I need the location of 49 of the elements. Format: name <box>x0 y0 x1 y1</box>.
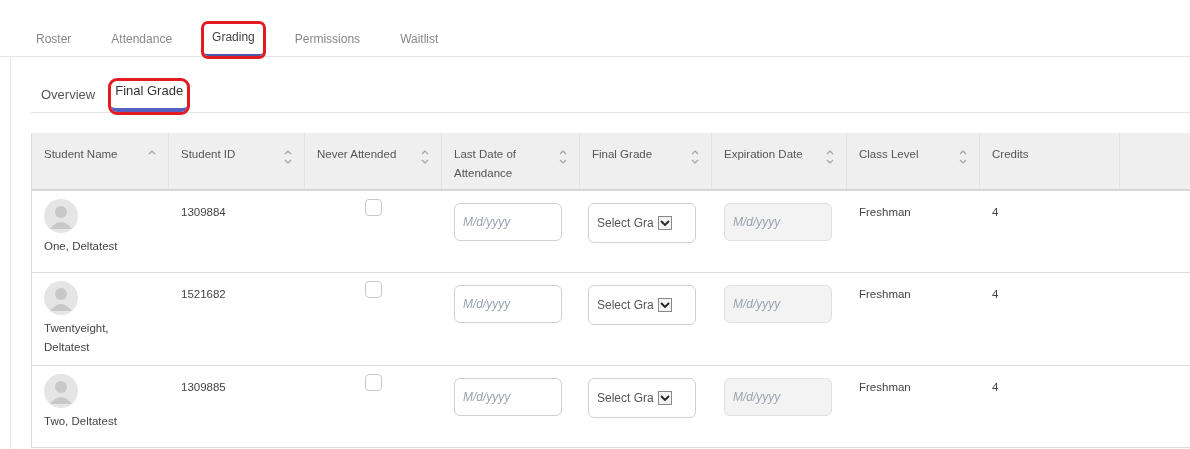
tab[interactable]: Roster <box>28 26 80 56</box>
sort-icon[interactable] <box>148 149 156 155</box>
date-field[interactable]: M/d/yyyy <box>454 378 562 416</box>
tab[interactable]: Permissions <box>286 26 369 56</box>
grade-select[interactable]: Select Gra <box>588 285 696 325</box>
student-name: Two, Deltatest <box>44 414 118 429</box>
column-header: Student ID <box>181 147 237 162</box>
column-header: Class Level <box>859 147 920 162</box>
checkbox[interactable] <box>365 281 382 298</box>
column-header: Expiration Date <box>724 147 804 162</box>
subtab[interactable]: Final Grade <box>111 80 188 112</box>
checkbox[interactable] <box>365 374 382 391</box>
credits: 4 <box>992 206 999 218</box>
sort-icon[interactable] <box>284 149 292 165</box>
date-field[interactable]: M/d/yyyy <box>454 203 562 241</box>
student-id: 1309885 <box>181 381 226 393</box>
credits: 4 <box>992 288 999 300</box>
class-level: Freshman <box>859 381 911 393</box>
subtab[interactable]: Overview <box>37 84 100 112</box>
grade-select[interactable]: Select Gra <box>588 203 696 243</box>
dropdown-icon[interactable] <box>657 216 672 230</box>
tab[interactable]: Attendance <box>103 26 181 56</box>
dropdown-icon[interactable] <box>657 298 672 312</box>
sort-icon[interactable] <box>691 149 699 165</box>
checkbox[interactable] <box>365 199 382 216</box>
column-header: Final Grade <box>592 147 654 162</box>
class-level: Freshman <box>859 206 911 218</box>
sort-icon[interactable] <box>559 149 567 165</box>
sort-icon[interactable] <box>826 149 834 165</box>
class-level: Freshman <box>859 288 911 300</box>
sort-icon[interactable] <box>421 149 429 165</box>
credits: 4 <box>992 381 999 393</box>
column-header: Last Date of Attendance <box>454 147 517 181</box>
student-id: 1309884 <box>181 206 226 218</box>
student-id: 1521682 <box>181 288 226 300</box>
student-name: One, Deltatest <box>44 239 119 254</box>
tab[interactable]: Waitlist <box>392 26 447 56</box>
column-header: Credits <box>992 147 1030 162</box>
avatar-icon <box>44 199 78 233</box>
grade-select[interactable]: Select Gra <box>588 378 696 418</box>
tab[interactable]: Grading <box>204 24 263 56</box>
column-header: Student Name <box>44 147 119 162</box>
avatar-icon <box>44 374 78 408</box>
student-name: Twentyeight, Deltatest <box>44 321 110 355</box>
sort-icon[interactable] <box>959 149 967 165</box>
date-field[interactable]: M/d/yyyy <box>454 285 562 323</box>
dropdown-icon[interactable] <box>657 391 672 405</box>
avatar-icon <box>44 281 78 315</box>
column-header: Never Attended <box>317 147 398 162</box>
